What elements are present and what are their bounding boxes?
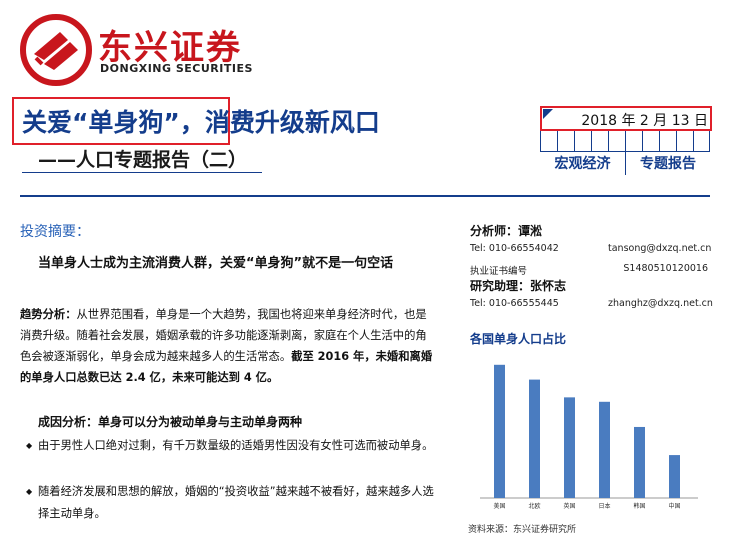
license-number: S1480510120016 bbox=[623, 263, 708, 274]
tag-special: 专题报告 bbox=[626, 151, 710, 175]
bar-英国 bbox=[564, 397, 575, 498]
bar-韩国 bbox=[634, 426, 645, 498]
header-divider bbox=[20, 195, 710, 197]
x-tick-label: 北欧 bbox=[528, 502, 540, 510]
x-tick-label: 美国 bbox=[493, 502, 505, 510]
bar-美国 bbox=[494, 364, 505, 498]
analyst-email[interactable]: tansong@dxzq.net.cn bbox=[608, 243, 711, 254]
report-title: 关爱“单身狗”，消费升级新风口 bbox=[22, 108, 380, 137]
bar-北欧 bbox=[529, 379, 540, 498]
abstract-heading: 投资摘要： bbox=[20, 224, 90, 240]
bullet-dot-icon: ◆ bbox=[26, 441, 33, 450]
x-tick-label: 英国 bbox=[563, 502, 575, 510]
bullet-dot-icon: ◆ bbox=[26, 487, 33, 496]
bullet-text: 随着经济发展和思想的解放，婚姻的“投资收益”越来越不被看好，越来越多人选择主动单… bbox=[38, 485, 434, 520]
tag-macro: 宏观经济 bbox=[540, 151, 625, 175]
dongxing-logo bbox=[20, 14, 92, 86]
bar-日本 bbox=[599, 401, 610, 498]
date-corner-marker bbox=[543, 109, 553, 119]
single-population-chart: 美国 北欧 英国 日本 韩国 中国 bbox=[480, 364, 698, 510]
cause-analysis-heading: 成因分析：单身可以分为被动单身与主动单身两种 bbox=[38, 415, 303, 429]
tag-divider bbox=[625, 151, 626, 175]
abstract-headline: 当单身人士成为主流消费人群，关爱“单身狗”就不是一句空话 bbox=[38, 256, 394, 271]
assistant-tel: Tel: 010-66555445 bbox=[470, 298, 559, 309]
trend-analysis-paragraph: 趋势分析：从世界范围看，单身是一个大趋势，我国也将迎来单身经济时代，也是消费升级… bbox=[20, 304, 436, 388]
title-underline bbox=[22, 172, 262, 173]
assistant-name: 研究助理：张怀志 bbox=[470, 279, 567, 293]
license-label: 执业证书编号 bbox=[470, 266, 528, 277]
x-tick-label: 韩国 bbox=[633, 502, 645, 510]
bar-中国 bbox=[669, 455, 680, 498]
analyst-name: 分析师：谭淞 bbox=[470, 224, 543, 238]
chart-title: 各国单身人口占比 bbox=[470, 332, 567, 346]
trend-label: 趋势分析： bbox=[20, 308, 77, 321]
decorative-grid bbox=[540, 131, 710, 151]
report-subtitle: ——人口专题报告（二） bbox=[38, 149, 248, 171]
x-tick-label: 日本 bbox=[598, 502, 610, 510]
report-date: 2018 年 2 月 13 日 bbox=[581, 113, 708, 129]
assistant-email[interactable]: zhanghz@dxzq.net.cn bbox=[608, 298, 713, 309]
bullet-item: ◆ 随着经济发展和思想的解放，婚姻的“投资收益”越来越不被看好，越来越多人选择主… bbox=[26, 481, 436, 525]
x-tick-label: 中国 bbox=[668, 502, 680, 510]
analyst-tel: Tel: 010-66554042 bbox=[470, 243, 559, 254]
bullet-item: ◆ 由于男性人口绝对过剩，有千万数量级的适婚男性因没有女性可选而被动单身。 bbox=[26, 435, 436, 457]
brand-name-en: DONGXING SECURITIES bbox=[100, 62, 253, 75]
bullet-text: 由于男性人口绝对过剩，有千万数量级的适婚男性因没有女性可选而被动单身。 bbox=[38, 439, 434, 452]
chart-source: 资料来源：东兴证券研究所 bbox=[468, 525, 577, 535]
